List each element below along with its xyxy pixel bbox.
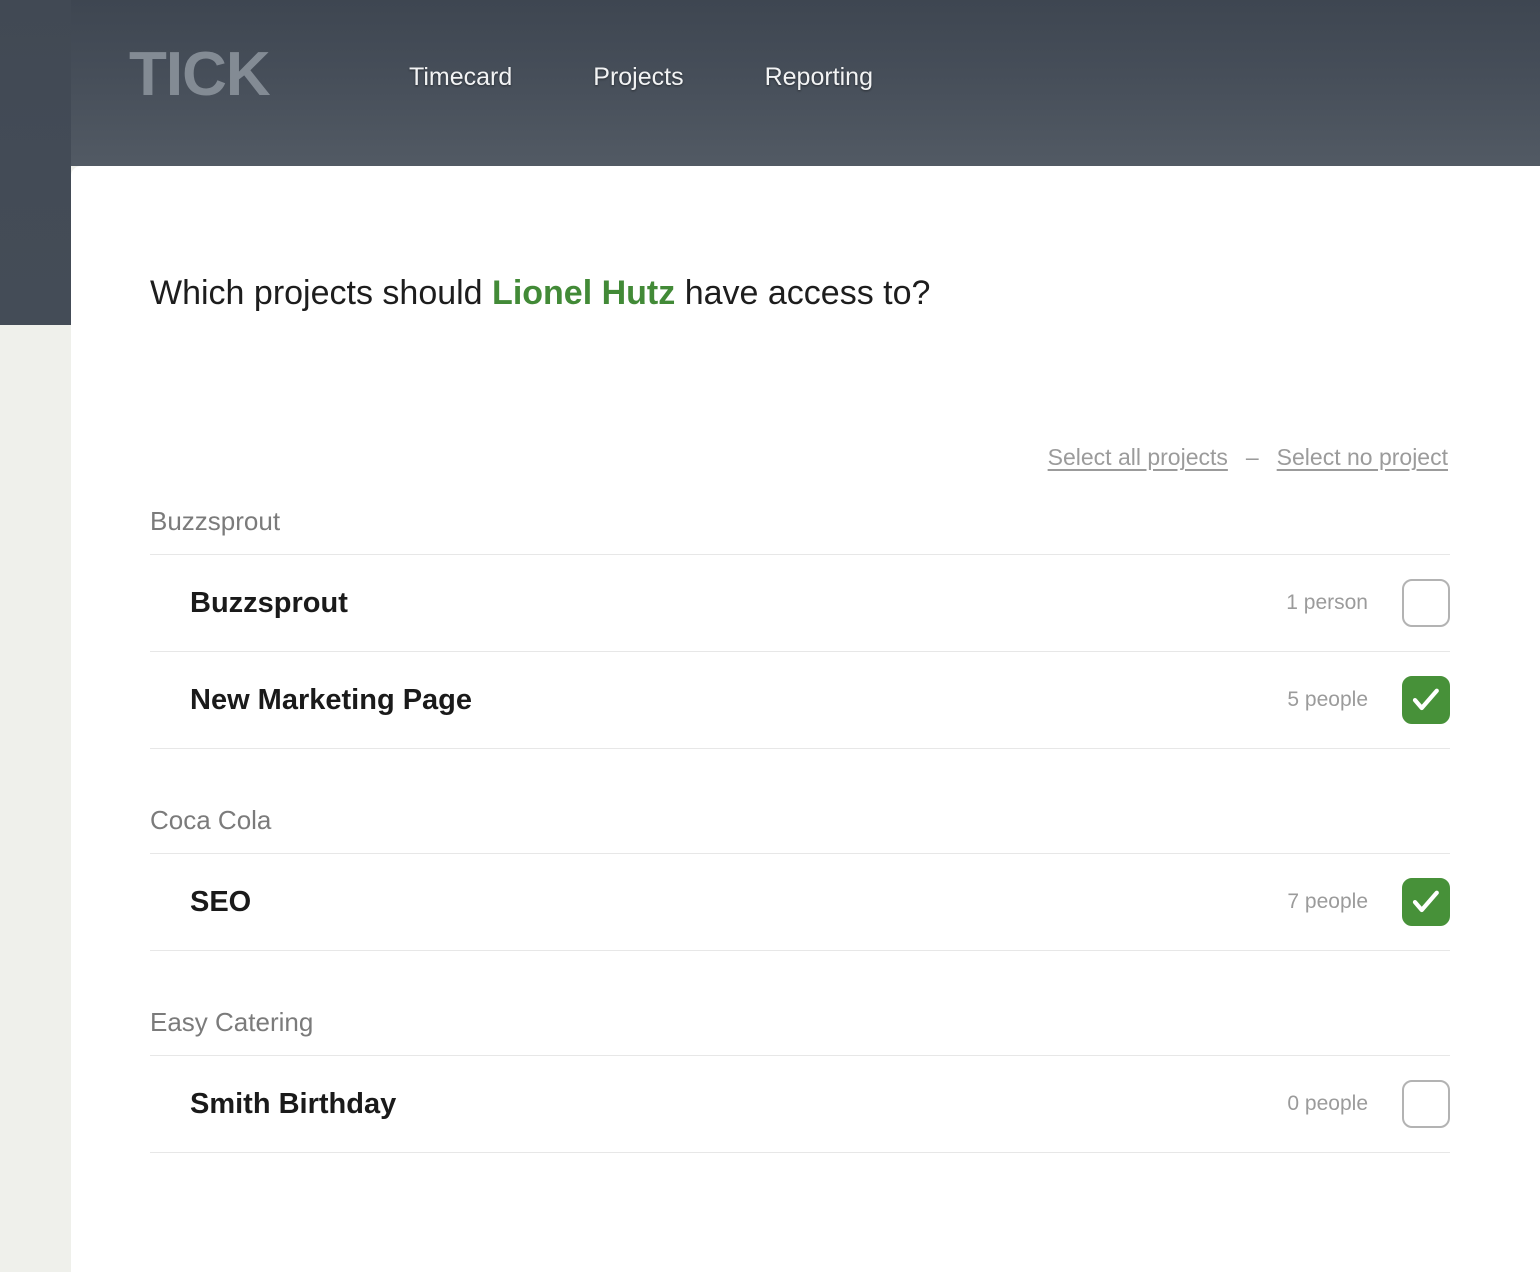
- select-actions-separator: –: [1245, 444, 1259, 470]
- project-row[interactable]: SEO 7 people: [150, 853, 1450, 951]
- project-group: Easy Catering Smith Birthday 0 people: [150, 1007, 1450, 1153]
- project-name: Smith Birthday: [190, 1087, 397, 1120]
- nav-item-timecard[interactable]: Timecard: [409, 63, 512, 92]
- project-row[interactable]: Smith Birthday 0 people: [150, 1055, 1450, 1153]
- project-group: Coca Cola SEO 7 people: [150, 805, 1450, 951]
- client-group-title: Coca Cola: [150, 805, 272, 835]
- nav-links: Timecard Projects Reporting: [409, 63, 873, 92]
- project-meta: 7 people: [1287, 878, 1450, 926]
- page-background: [0, 325, 71, 1272]
- page-title-person-name: Lionel Hutz: [492, 274, 676, 312]
- project-meta: 1 person: [1286, 579, 1450, 627]
- top-navigation: TICK Timecard Projects Reporting: [0, 0, 1540, 166]
- project-row[interactable]: New Marketing Page 5 people: [150, 651, 1450, 749]
- project-row[interactable]: Buzzsprout 1 person: [150, 554, 1450, 651]
- project-group: Buzzsprout Buzzsprout 1 person New Marketin…: [150, 506, 1450, 749]
- project-checkbox-unchecked[interactable]: [1402, 579, 1450, 627]
- project-checkbox-unchecked[interactable]: [1402, 1080, 1450, 1128]
- app-root: TICK Timecard Projects Reporting Which p…: [0, 0, 1540, 1272]
- project-name: Buzzsprout: [190, 586, 348, 619]
- content-card: Which projects should Lionel Hutz have a…: [71, 166, 1540, 1272]
- page-title: Which projects should Lionel Hutz have a…: [150, 274, 930, 313]
- check-icon: [1412, 890, 1439, 913]
- page-title-suffix: have access to?: [675, 274, 931, 312]
- people-count: 5 people: [1287, 688, 1368, 711]
- nav-item-reporting[interactable]: Reporting: [765, 63, 873, 92]
- client-group-title: Easy Catering: [150, 1007, 314, 1037]
- check-icon: [1412, 688, 1439, 711]
- project-checkbox-checked[interactable]: [1402, 676, 1450, 724]
- people-count: 7 people: [1287, 890, 1368, 913]
- page-title-prefix: Which projects should: [150, 274, 493, 312]
- project-meta: 5 people: [1287, 676, 1450, 724]
- people-count: 1 person: [1286, 591, 1368, 614]
- project-groups: Buzzsprout Buzzsprout 1 person New Marketin…: [150, 506, 1450, 1153]
- project-name: SEO: [190, 885, 252, 918]
- project-name: New Marketing Page: [190, 683, 473, 716]
- project-meta: 0 people: [1287, 1080, 1450, 1128]
- select-no-project-link[interactable]: Select no project: [1277, 444, 1448, 471]
- select-all-projects-link[interactable]: Select all projects: [1048, 444, 1228, 471]
- tick-logo[interactable]: TICK: [129, 44, 271, 106]
- people-count: 0 people: [1287, 1092, 1368, 1115]
- nav-item-projects[interactable]: Projects: [593, 63, 683, 92]
- client-group-title: Buzzsprout: [150, 506, 281, 536]
- select-actions: Select all projects – Select no project: [1048, 444, 1448, 471]
- project-checkbox-checked[interactable]: [1402, 878, 1450, 926]
